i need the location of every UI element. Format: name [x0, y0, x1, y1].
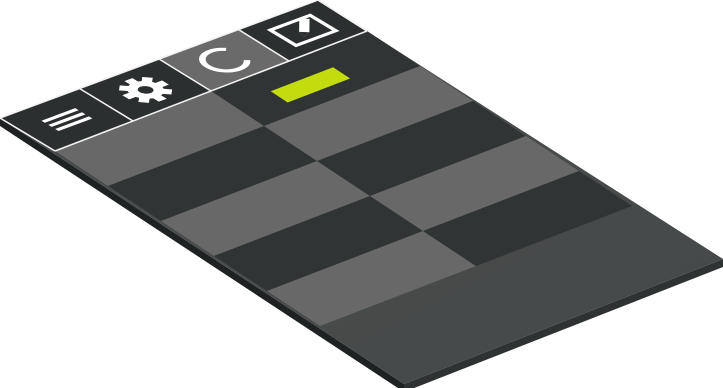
app-board [0, 0, 723, 388]
isometric-board [0, 0, 723, 388]
